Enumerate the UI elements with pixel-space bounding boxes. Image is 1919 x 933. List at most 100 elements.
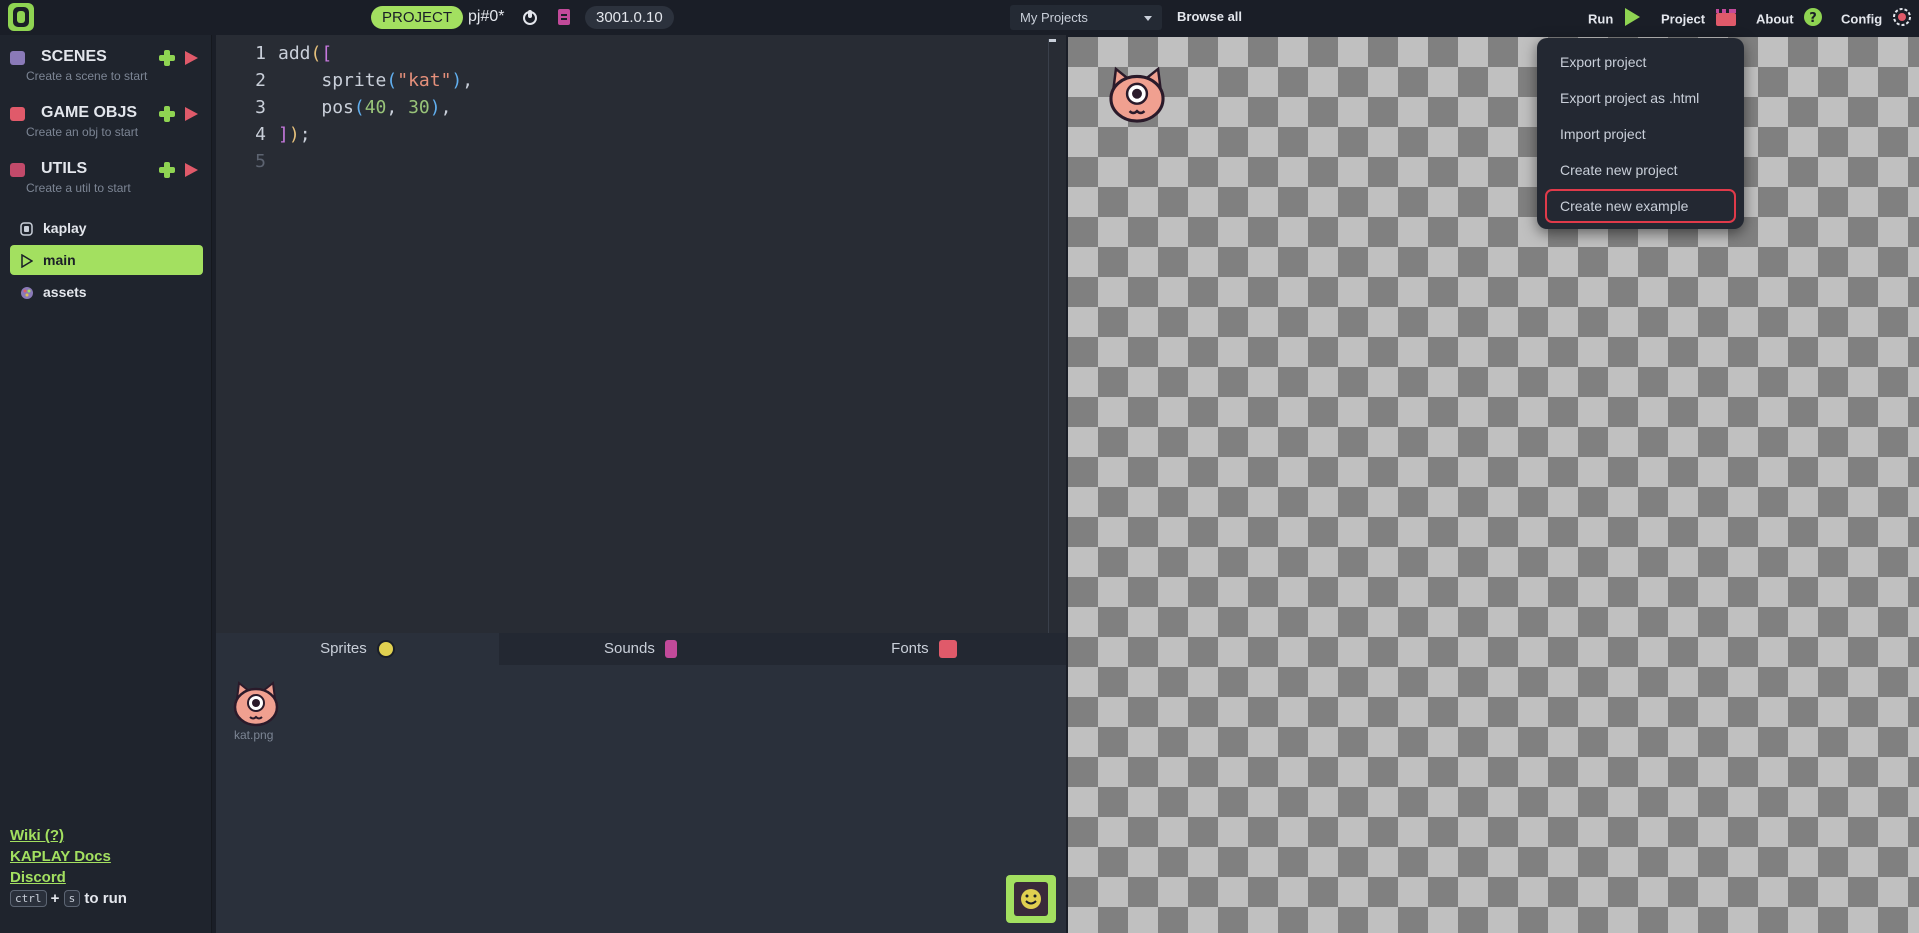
gear-icon — [1892, 7, 1912, 33]
tab-label: Sprites — [320, 640, 367, 657]
chevron-down-icon — [1144, 16, 1152, 21]
utils-section: UTILS Create a util to start — [8, 159, 206, 195]
util-box-icon — [10, 163, 25, 177]
code-token: ) — [288, 124, 300, 145]
line-number-gutter: 1 2 3 4 5 — [216, 40, 272, 175]
add-scene-button[interactable] — [159, 50, 175, 66]
kat-sprite — [1106, 65, 1168, 129]
code-token: pos — [321, 97, 354, 118]
discord-link[interactable]: Discord — [10, 869, 127, 886]
code-token: ) — [429, 97, 441, 118]
code-token: ( — [353, 97, 365, 118]
file-item-kaplay[interactable]: kaplay — [10, 213, 203, 243]
run-utils-button[interactable] — [185, 163, 198, 177]
clapper-icon — [1715, 7, 1737, 33]
menu-item-create-new-project[interactable]: Create new project — [1545, 153, 1736, 187]
run-shortcut-hint: ctrl + s to run — [10, 890, 127, 907]
file-item-assets[interactable]: assets — [10, 277, 203, 307]
mascot-button[interactable] — [1006, 875, 1056, 923]
project-pill[interactable]: PROJECT — [371, 6, 464, 29]
code-token: , — [462, 70, 474, 91]
menu-item-create-new-example[interactable]: Create new example — [1545, 189, 1736, 223]
sprite-filename: kat.png — [234, 728, 274, 742]
file-label: assets — [43, 284, 87, 300]
tab-fonts[interactable]: Fonts — [782, 633, 1066, 665]
music-note-icon — [665, 640, 678, 659]
question-icon: ? — [1803, 7, 1823, 33]
editor-scrollbar[interactable] — [1048, 39, 1056, 633]
sidebar-links: Wiki (?) KAPLAY Docs Discord ctrl + s to… — [10, 827, 127, 907]
menu-item-import-project[interactable]: Import project — [1545, 117, 1736, 151]
code-token: , — [386, 97, 409, 118]
code-token: ; — [299, 124, 311, 145]
assets-tabs: Sprites Sounds Fonts — [216, 633, 1066, 665]
utils-title: UTILS — [41, 160, 88, 177]
run-gameobjs-button[interactable] — [185, 107, 198, 121]
tab-sounds[interactable]: Sounds — [499, 633, 782, 665]
kaplay-version[interactable]: 3001.0.10 — [585, 6, 674, 29]
about-button[interactable]: About ? — [1756, 7, 1823, 29]
tab-label: Fonts — [891, 640, 929, 657]
code-token: add — [278, 43, 311, 64]
scenes-title: SCENES — [41, 48, 107, 65]
file-label: main — [43, 252, 76, 268]
code-token: sprite — [321, 70, 387, 91]
kaplay-docs-link[interactable]: KAPLAY Docs — [10, 848, 127, 865]
run-hint-text: to run — [84, 890, 127, 907]
s-key: s — [63, 890, 81, 907]
file-item-main[interactable]: main — [10, 245, 203, 275]
add-gameobj-button[interactable] — [159, 106, 175, 122]
line-number: 4 — [255, 124, 266, 145]
code-line: pos(40, 30), — [278, 94, 473, 121]
pointer-hand-icon[interactable] — [521, 8, 539, 26]
code-token: 30 — [408, 97, 430, 118]
file-icon[interactable] — [555, 8, 573, 26]
browse-all-button[interactable]: Browse all — [1177, 9, 1242, 24]
play-icon — [1623, 7, 1641, 33]
kaplay-logo-icon — [20, 221, 33, 236]
run-label: Run — [1588, 11, 1614, 27]
about-label: About — [1756, 11, 1794, 27]
wiki-link[interactable]: Wiki (?) — [10, 827, 127, 844]
tab-sprites[interactable]: Sprites — [216, 633, 499, 665]
code-token: ] — [278, 124, 289, 145]
code-token: , — [440, 97, 452, 118]
code-content[interactable]: add([ sprite("kat"), pos(40, 30), ]); — [278, 40, 473, 175]
project-menu-button[interactable]: Project — [1661, 7, 1737, 29]
code-token: "kat" — [397, 70, 452, 91]
play-outline-icon — [20, 253, 34, 269]
code-line: add([ — [278, 40, 473, 67]
config-button[interactable]: Config — [1841, 7, 1912, 29]
svg-text:?: ? — [1809, 11, 1817, 26]
project-dropdown-menu: Export project Export project as .html I… — [1537, 38, 1744, 229]
menu-item-export-project[interactable]: Export project — [1545, 45, 1736, 79]
code-token: 40 — [364, 97, 387, 118]
menu-item-export-html[interactable]: Export project as .html — [1545, 81, 1736, 115]
code-token: ( — [386, 70, 398, 91]
utils-hint: Create a util to start — [26, 181, 131, 195]
scene-clapper-icon — [10, 51, 25, 65]
code-editor[interactable]: 1 2 3 4 5 add([ sprite("kat"), pos(40, 3… — [216, 35, 1066, 633]
assets-panel: Sprites Sounds Fonts kat.png — [216, 633, 1066, 933]
kaplay-logo-icon[interactable] — [8, 3, 34, 31]
add-util-button[interactable] — [159, 162, 175, 178]
code-token: ) — [451, 70, 463, 91]
code-token: ( — [310, 43, 322, 64]
scenes-hint: Create a scene to start — [26, 69, 148, 83]
game-obj-icon — [10, 107, 25, 121]
gameobjs-title: GAME OBJS — [41, 104, 138, 121]
my-projects-select[interactable]: My Projects — [1010, 5, 1162, 30]
font-icon — [938, 640, 957, 659]
run-button[interactable]: Run — [1588, 7, 1641, 29]
scenes-section: SCENES Create a scene to start — [8, 47, 206, 83]
gameobjs-section: GAME OBJS Create an obj to start — [8, 103, 206, 139]
sprite-thumbnail-kat[interactable] — [231, 681, 281, 731]
line-number: 3 — [255, 97, 266, 118]
transparency-checkerboard — [1068, 37, 1919, 933]
file-label: kaplay — [43, 220, 87, 236]
game-preview-canvas[interactable] — [1068, 37, 1919, 933]
run-scenes-button[interactable] — [185, 51, 198, 65]
ctrl-key: ctrl — [10, 890, 47, 907]
sidebar: SCENES Create a scene to start GAME OBJS… — [0, 35, 212, 933]
